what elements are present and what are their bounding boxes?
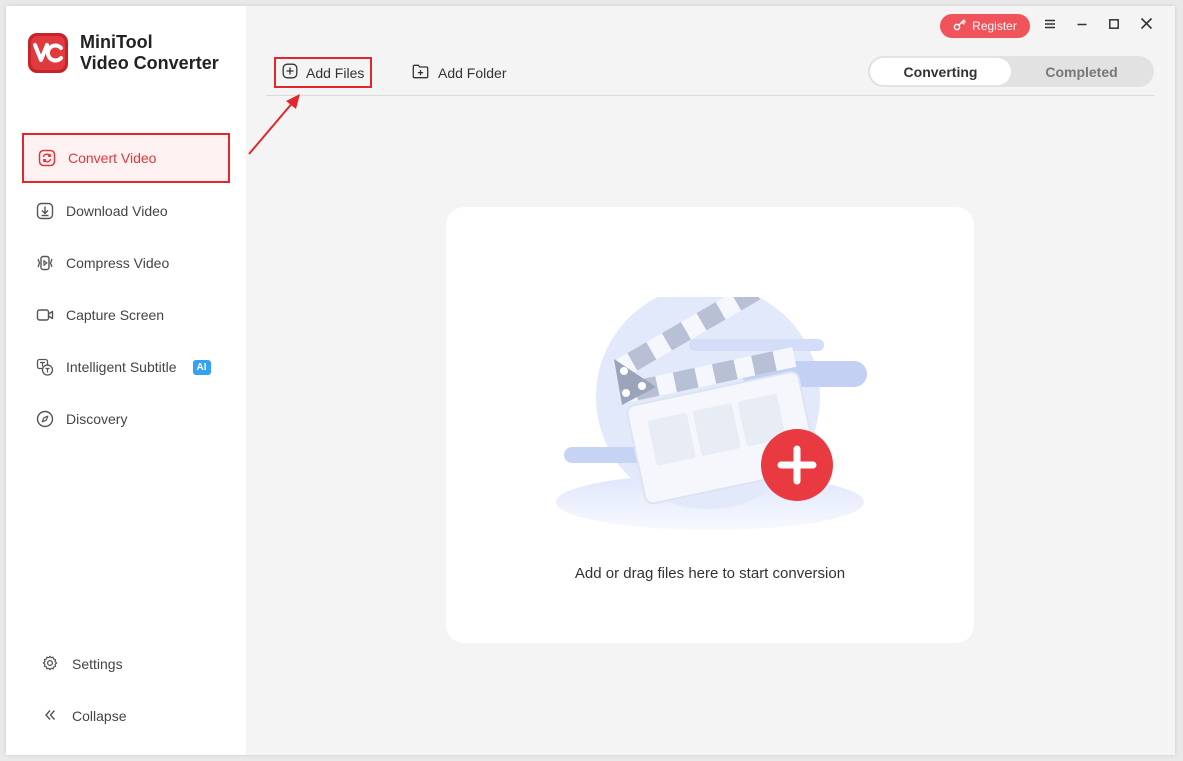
vc-logo-icon: [28, 33, 68, 73]
sidebar-item-label: Download Video: [66, 203, 168, 219]
title-bar: Register: [246, 6, 1175, 50]
app-name-line1: MiniTool: [80, 32, 153, 52]
sidebar-item-compress-video[interactable]: Compress Video: [22, 237, 230, 289]
sidebar-item-label: Compress Video: [66, 255, 170, 271]
sidebar-item-discovery[interactable]: Discovery: [22, 393, 230, 445]
sidebar-item-label: Intelligent Subtitle: [66, 359, 177, 375]
sidebar-bottom: Settings Collapse: [28, 638, 228, 742]
tab-completed[interactable]: Completed: [1011, 58, 1152, 85]
register-button[interactable]: Register: [940, 14, 1030, 38]
folder-plus-icon: [412, 64, 429, 82]
drop-zone[interactable]: Add or drag files here to start conversi…: [446, 207, 974, 643]
key-icon: [953, 18, 966, 34]
compass-icon: [36, 410, 54, 428]
drop-zone-message: Add or drag files here to start conversi…: [574, 565, 846, 582]
settings-button[interactable]: Settings: [28, 638, 228, 690]
status-tabs: Converting Completed: [868, 56, 1154, 87]
collapse-label: Collapse: [72, 708, 127, 724]
settings-label: Settings: [72, 656, 123, 672]
sidebar-item-convert-video[interactable]: Convert Video: [22, 133, 230, 183]
add-files-label: Add Files: [306, 64, 365, 81]
sidebar-item-label: Convert Video: [68, 150, 157, 166]
add-folder-label: Add Folder: [438, 64, 507, 81]
camera-icon: [36, 306, 54, 324]
close-icon: [1140, 17, 1153, 35]
minimize-button[interactable]: [1072, 16, 1092, 36]
sidebar-item-download-video[interactable]: Download Video: [22, 185, 230, 237]
menu-button[interactable]: [1040, 16, 1060, 36]
compress-icon: [36, 254, 54, 272]
plus-square-icon: [282, 63, 298, 82]
download-icon: [36, 202, 54, 220]
collapse-button[interactable]: Collapse: [28, 690, 228, 742]
app-name: MiniTool Video Converter: [80, 32, 219, 74]
app-name-line2: Video Converter: [80, 53, 219, 73]
sidebar-item-intelligent-subtitle[interactable]: Intelligent Subtitle AI: [22, 341, 230, 393]
annotation-arrow: [248, 94, 300, 155]
toolbar: Add Files Add Folder Converting Complete…: [266, 56, 1154, 96]
add-folder-button[interactable]: Add Folder: [412, 57, 506, 88]
maximize-icon: [1108, 17, 1120, 35]
register-label: Register: [972, 19, 1017, 33]
sidebar-item-label: Capture Screen: [66, 307, 165, 323]
add-files-button[interactable]: Add Files: [274, 57, 372, 88]
app-logo: MiniTool Video Converter: [28, 32, 219, 74]
app-window: MiniTool Video Converter Convert Video D…: [6, 6, 1175, 755]
ai-badge: AI: [192, 359, 211, 375]
hamburger-icon: [1043, 17, 1057, 35]
gear-icon: [42, 655, 58, 674]
clapperboard-illustration: [556, 297, 867, 530]
maximize-button[interactable]: [1104, 16, 1124, 36]
double-chevron-left-icon: [42, 707, 58, 726]
close-button[interactable]: [1136, 16, 1156, 36]
minimize-icon: [1076, 17, 1088, 35]
sidebar-item-label: Discovery: [66, 411, 128, 427]
convert-icon: [38, 149, 56, 167]
tab-converting[interactable]: Converting: [870, 58, 1011, 85]
subtitle-icon: [36, 358, 54, 376]
sidebar: MiniTool Video Converter Convert Video D…: [6, 6, 246, 755]
sidebar-nav: Convert Video Download Video Compress Vi…: [22, 133, 230, 445]
sidebar-item-capture-screen[interactable]: Capture Screen: [22, 289, 230, 341]
